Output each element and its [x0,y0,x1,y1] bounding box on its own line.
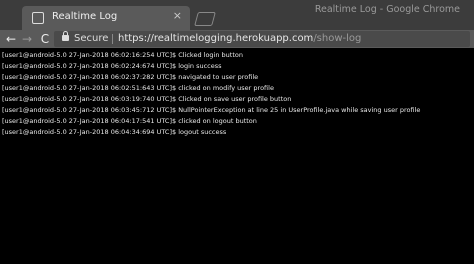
tab-title: Realtime Log [52,11,118,22]
close-tab-icon[interactable]: × [173,10,182,21]
back-arrow-icon[interactable]: ← [4,30,18,48]
log-line: [user1@android-5.0 27-Jan-2018 06:02:16:… [2,51,243,59]
url-path: /show-log [313,33,362,44]
log-line: [user1@android-5.0 27-Jan-2018 06:02:24:… [2,62,222,70]
log-line: [user1@android-5.0 27-Jan-2018 06:04:34:… [2,128,227,136]
browser-toolbar: ← → C Secure https://realtimelogging.her… [0,30,474,48]
log-line: [user1@android-5.0 27-Jan-2018 06:03:45:… [2,106,421,114]
browser-tab[interactable]: Realtime Log × [22,6,190,30]
browser-titlebar: Realtime Log × Realtime Log - Google Chr… [0,0,474,30]
window-title: Realtime Log - Google Chrome [314,4,460,15]
log-line: [user1@android-5.0 27-Jan-2018 06:03:19:… [2,95,292,103]
url-text[interactable]: https://realtimelogging.herokuapp.com/sh… [118,33,361,44]
log-line: [user1@android-5.0 27-Jan-2018 06:02:37:… [2,73,259,81]
page-icon [32,12,44,24]
security-label[interactable]: Secure [74,33,108,44]
log-output: [user1@android-5.0 27-Jan-2018 06:02:16:… [0,48,474,264]
forward-arrow-icon[interactable]: → [20,30,34,48]
log-line: [user1@android-5.0 27-Jan-2018 06:04:17:… [2,117,257,125]
lock-icon[interactable] [62,31,69,41]
reload-icon[interactable]: C [38,30,52,48]
url-host: https://realtimelogging.herokuapp.com [118,33,314,44]
omnibox-divider [112,34,113,44]
new-tab-button[interactable] [194,12,216,26]
address-bar[interactable]: Secure https://realtimelogging.herokuapp… [54,31,470,47]
log-line: [user1@android-5.0 27-Jan-2018 06:02:51:… [2,84,274,92]
